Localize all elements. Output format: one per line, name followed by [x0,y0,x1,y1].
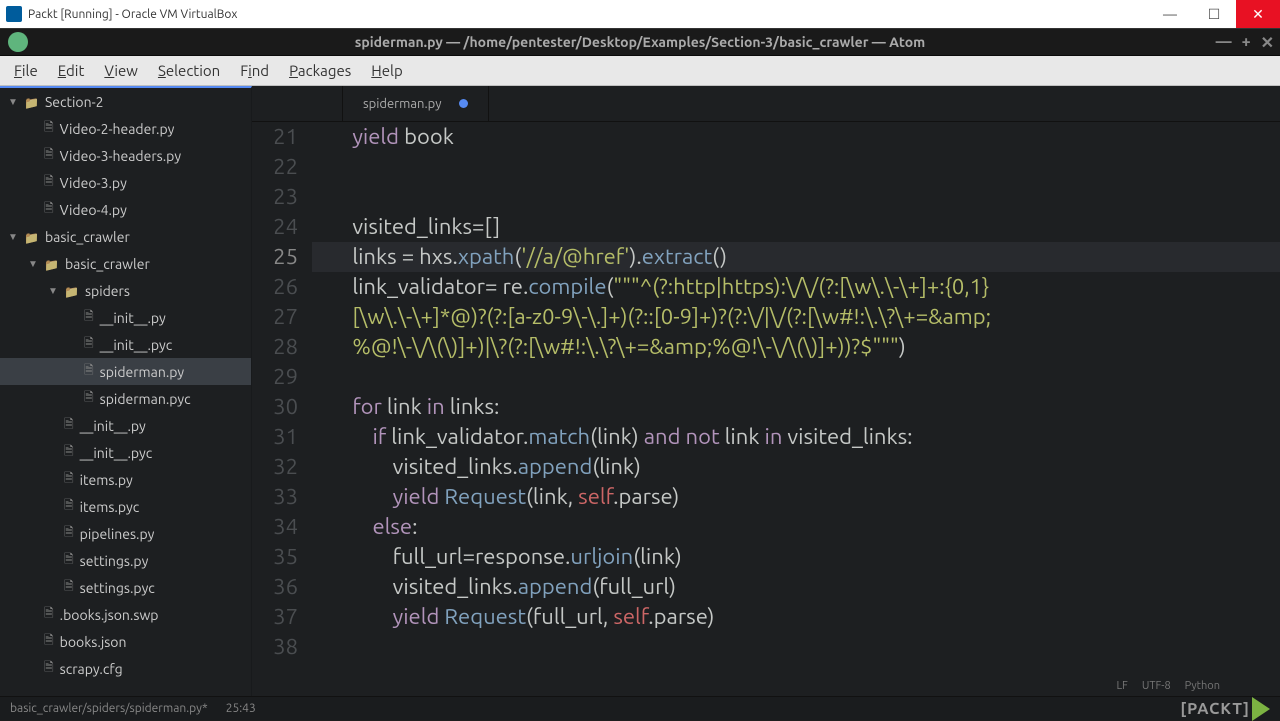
close-button[interactable]: ✕ [1236,0,1280,28]
menu-selection[interactable]: Selection [148,58,230,83]
file-spiderman-pyc[interactable]: spiderman.pyc [0,385,251,412]
editor-area: spiderman.py 212223242526272829303132333… [252,86,1280,696]
file--books-json-swp[interactable]: .books.json.swp [0,601,251,628]
status-path[interactable]: basic_crawler/spiders/spiderman.py* [10,702,208,715]
folder-basic-crawler-root[interactable]: ▼basic_crawler [0,223,251,250]
file-spiderman-py[interactable]: spiderman.py [0,358,251,385]
tab-spiderman[interactable]: spiderman.py [342,86,489,121]
file---init---pyc[interactable]: __init__.pyc [0,439,251,466]
tab-bar: spiderman.py [252,86,1280,122]
file-settings-pyc[interactable]: settings.pyc [0,574,251,601]
menu-file[interactable]: File [4,58,48,83]
file-pipelines-py[interactable]: pipelines.py [0,520,251,547]
line-gutter: 212223242526272829303132333435363738 [252,122,312,696]
maximize-button[interactable]: ☐ [1192,0,1236,28]
code-content[interactable]: yield book visited_links=[] links = hxs.… [312,122,1280,696]
file-items-py[interactable]: items.py [0,466,251,493]
atom-minimize-button[interactable]: — [1216,33,1232,52]
minimize-button[interactable]: — [1148,0,1192,28]
atom-icon [8,32,28,52]
file---init---py[interactable]: __init__.py [0,412,251,439]
file-tree[interactable]: ▼Section-2 Video-2-header.pyVideo-3-head… [0,86,252,696]
file---init---pyc[interactable]: __init__.pyc [0,331,251,358]
packt-logo: [PACKT] [1180,700,1250,718]
file-scrapy-cfg[interactable]: scrapy.cfg [0,655,251,682]
menu-bar: File Edit View Selection Find Packages H… [0,56,1280,86]
file-video-2-header-py[interactable]: Video-2-header.py [0,115,251,142]
folder-spiders[interactable]: ▼spiders [0,277,251,304]
modified-indicator-icon [459,99,468,108]
atom-maximize-button[interactable]: + [1242,33,1251,52]
file---init---py[interactable]: __init__.py [0,304,251,331]
file-video-3-headers-py[interactable]: Video-3-headers.py [0,142,251,169]
file-video-3-py[interactable]: Video-3.py [0,169,251,196]
folder-basic-crawler[interactable]: ▼basic_crawler [0,250,251,277]
menu-edit[interactable]: Edit [48,58,95,83]
file-settings-py[interactable]: settings.py [0,547,251,574]
atom-titlebar: spiderman.py — /home/pentester/Desktop/E… [0,28,1280,56]
virtualbox-titlebar: Packt [Running] - Oracle VM VirtualBox —… [0,0,1280,28]
play-icon [1252,697,1270,721]
menu-view[interactable]: View [94,58,148,83]
virtualbox-icon [6,6,22,22]
atom-title: spiderman.py — /home/pentester/Desktop/E… [355,34,926,50]
menu-help[interactable]: Help [361,58,412,83]
status-bar: basic_crawler/spiders/spiderman.py* 25:4… [0,696,1280,720]
menu-packages[interactable]: Packages [279,58,361,83]
status-position[interactable]: 25:43 [226,702,256,715]
file-books-json[interactable]: books.json [0,628,251,655]
file-video-4-py[interactable]: Video-4.py [0,196,251,223]
atom-close-button[interactable]: ✕ [1261,33,1274,52]
file-items-pyc[interactable]: items.pyc [0,493,251,520]
code-editor[interactable]: 212223242526272829303132333435363738 yie… [252,122,1280,696]
folder-section-2[interactable]: ▼Section-2 [0,88,251,115]
window-title: Packt [Running] - Oracle VM VirtualBox [28,8,237,21]
menu-find[interactable]: Find [230,58,279,83]
tab-label: spiderman.py [363,97,441,111]
